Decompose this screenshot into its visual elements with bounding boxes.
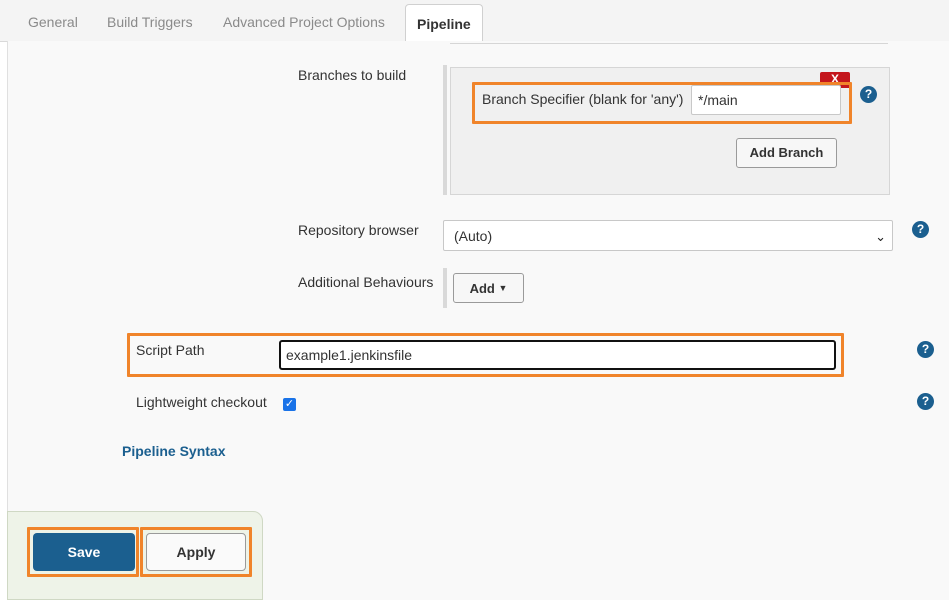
repository-browser-value: (Auto)	[454, 228, 493, 244]
help-icon[interactable]	[917, 341, 934, 358]
branch-specifier-label: Branch Specifier (blank for 'any')	[482, 91, 684, 107]
tab-advanced-project-options[interactable]: Advanced Project Options	[223, 0, 385, 41]
chevron-down-icon: ⌄	[875, 229, 886, 244]
pipeline-syntax-link[interactable]: Pipeline Syntax	[122, 443, 225, 459]
apply-button[interactable]: Apply	[146, 533, 246, 571]
add-behaviour-button[interactable]: Add ▼	[453, 273, 524, 303]
repository-browser-label: Repository browser	[298, 222, 419, 238]
additional-behaviours-label: Additional Behaviours	[298, 274, 434, 290]
repository-browser-select[interactable]: (Auto) ⌄	[443, 220, 893, 251]
lightweight-checkout-checkbox[interactable]: ✓	[283, 398, 296, 411]
branches-to-build-label: Branches to build	[298, 67, 407, 83]
help-icon[interactable]	[917, 393, 934, 410]
script-path-input[interactable]	[279, 340, 836, 370]
tab-bar: General Build Triggers Advanced Project …	[0, 0, 949, 42]
add-branch-button[interactable]: Add Branch	[736, 138, 837, 168]
previous-section-edge	[450, 41, 888, 44]
save-button[interactable]: Save	[33, 533, 135, 571]
help-icon[interactable]	[912, 221, 929, 238]
branch-specifier-input[interactable]	[691, 85, 841, 115]
caret-down-icon: ▼	[498, 283, 508, 293]
section-indent-bar	[443, 65, 447, 195]
help-icon[interactable]	[860, 86, 877, 103]
tab-build-triggers[interactable]: Build Triggers	[107, 0, 193, 41]
lightweight-checkout-label: Lightweight checkout	[136, 394, 267, 410]
section-indent-bar	[443, 268, 447, 308]
tab-pipeline[interactable]: Pipeline	[405, 4, 483, 42]
tab-general[interactable]: General	[28, 0, 78, 41]
script-path-label: Script Path	[136, 342, 205, 358]
add-behaviour-label: Add	[469, 281, 495, 296]
